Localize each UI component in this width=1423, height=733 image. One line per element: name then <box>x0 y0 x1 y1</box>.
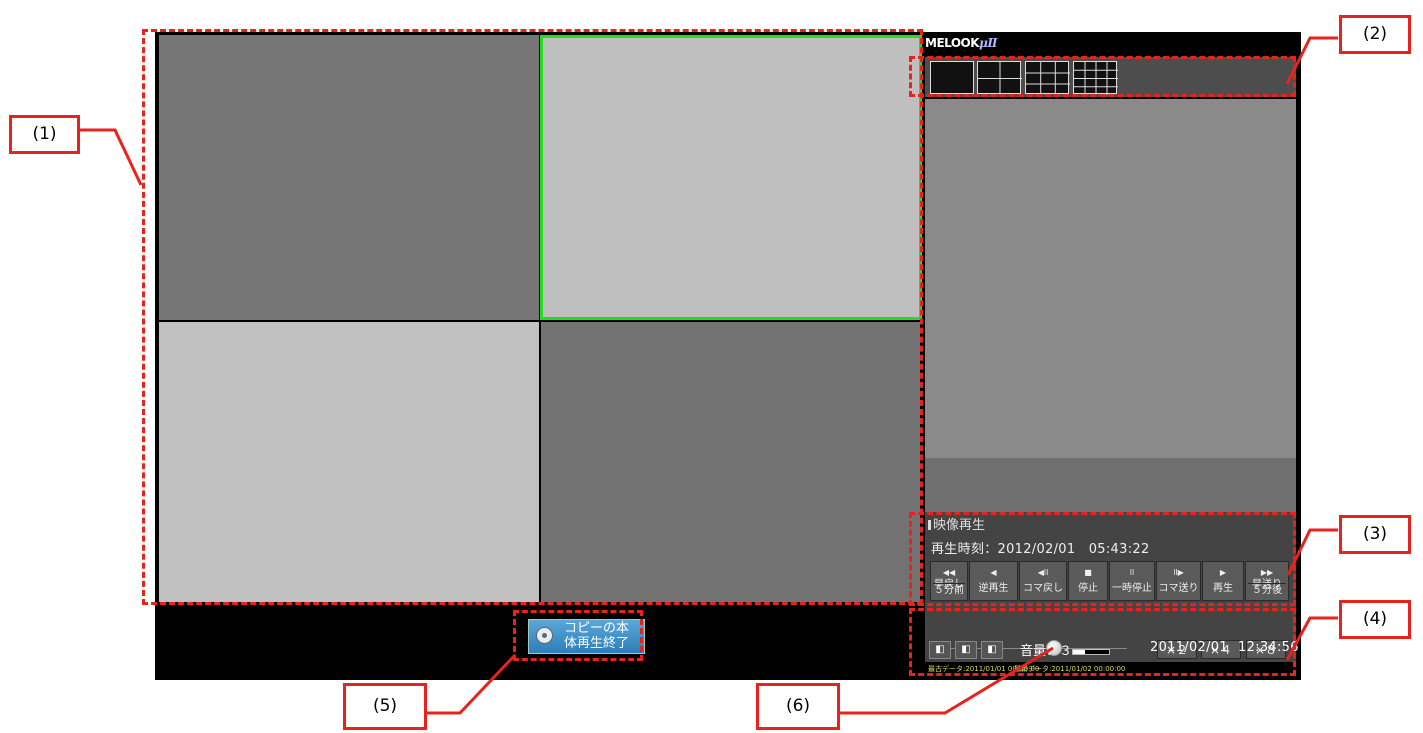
annotation-label-5: (5) <box>343 683 427 730</box>
annotation-label-2: (2) <box>1339 15 1411 54</box>
annotation-label-6: (6) <box>756 683 840 730</box>
annotation-label-1: (1) <box>9 115 80 154</box>
annotation-label-3: (3) <box>1339 515 1411 554</box>
annotation-leader-lines <box>80 36 1338 715</box>
annotation-label-4: (4) <box>1339 600 1411 639</box>
